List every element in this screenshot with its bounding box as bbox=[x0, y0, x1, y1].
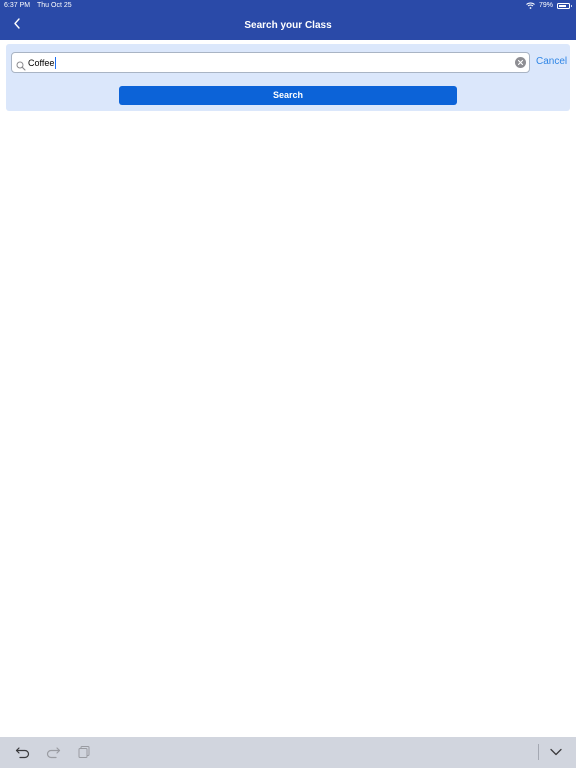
wifi-icon bbox=[526, 2, 535, 9]
page-title: Search your Class bbox=[244, 20, 332, 31]
battery-percent: 79% bbox=[538, 2, 553, 9]
cancel-button[interactable]: Cancel bbox=[536, 56, 567, 67]
screen: 6:37 PM Thu Oct 25 79% Search your Class… bbox=[0, 0, 576, 768]
text-cursor bbox=[55, 57, 57, 69]
status-right: 79% bbox=[526, 0, 572, 11]
keyboard-shortcut-bar bbox=[0, 737, 576, 768]
status-bar: 6:37 PM Thu Oct 25 79% bbox=[0, 0, 576, 11]
search-input[interactable] bbox=[27, 54, 507, 71]
status-time: 6:37 PM bbox=[4, 2, 31, 9]
search-button[interactable]: Search bbox=[119, 86, 457, 105]
paste-icon[interactable] bbox=[76, 745, 92, 759]
battery-fill bbox=[559, 4, 567, 7]
search-field[interactable] bbox=[11, 52, 530, 73]
nav-bar: Search your Class bbox=[0, 11, 576, 40]
battery-icon bbox=[557, 2, 572, 9]
keyboard-dismiss-icon[interactable] bbox=[548, 745, 564, 759]
undo-icon[interactable] bbox=[15, 745, 31, 759]
search-panel: Cancel Search bbox=[6, 44, 570, 111]
redo-icon[interactable] bbox=[45, 745, 61, 759]
status-date: Thu Oct 25 bbox=[37, 2, 72, 9]
clear-icon[interactable] bbox=[515, 57, 526, 68]
header: 6:37 PM Thu Oct 25 79% Search your Class bbox=[0, 0, 576, 40]
toolbar-divider bbox=[538, 744, 539, 760]
search-icon bbox=[16, 58, 26, 71]
